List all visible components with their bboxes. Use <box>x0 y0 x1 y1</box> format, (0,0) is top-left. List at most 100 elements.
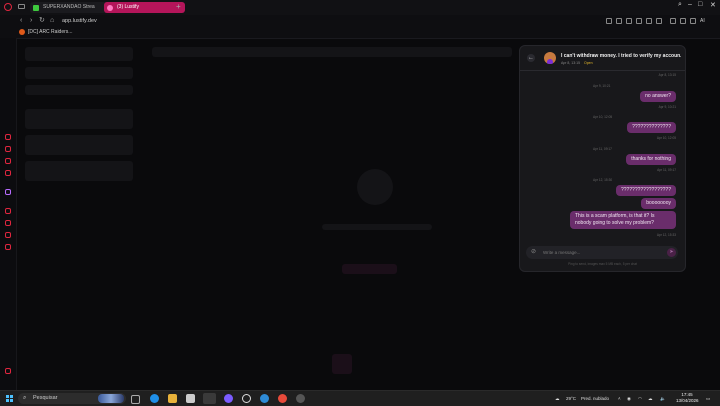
message-timestamp: Apr 10, 12:05 <box>656 136 676 140</box>
chat-header: ← I can't withdraw money. I tried to ver… <box>520 46 685 71</box>
message-bubble: ?????????????? <box>627 122 676 133</box>
bookmark-favicon-icon <box>19 29 25 35</box>
send-button[interactable]: ➤ <box>667 248 676 257</box>
message-bubble: thanks for nothing <box>626 154 676 165</box>
file-explorer-icon[interactable] <box>168 394 177 403</box>
message-bubble: boooooooy <box>641 198 676 209</box>
bookmark-label: [DC] ARC Raiders... <box>28 29 73 35</box>
windows-start-icon[interactable] <box>6 395 13 402</box>
message-timestamp: Apr 12, 15:30 <box>593 178 613 182</box>
pip-icon[interactable] <box>616 18 622 24</box>
opera-logo-icon[interactable] <box>4 3 12 11</box>
chat-date: Apr 8, 13:15 <box>561 61 581 65</box>
wifi-icon[interactable]: ◠ <box>638 391 642 406</box>
browser-sidebar <box>0 38 17 390</box>
app-icon[interactable] <box>260 394 269 403</box>
weather-desc[interactable]: Pred. nublado <box>581 391 609 406</box>
taskbar-search[interactable]: ⌕ Pesquisar <box>18 393 126 404</box>
message-list[interactable]: Apr 8, 13:15 Apr 9, 10:21 no answer? Apr… <box>520 71 685 241</box>
search-placeholder: Pesquisar <box>33 395 58 401</box>
snapshot-icon[interactable] <box>606 18 612 24</box>
sidebar-more-icon[interactable] <box>5 368 11 374</box>
extensions-icon[interactable] <box>636 18 642 24</box>
message-bubble: no answer? <box>640 91 676 102</box>
sidebar-settings-icon[interactable] <box>5 244 11 250</box>
sidebar-instagram-icon[interactable] <box>5 170 11 176</box>
sidebar-aria-icon[interactable] <box>5 146 11 152</box>
search-tabs-icon[interactable]: ⌕ <box>678 1 682 9</box>
message-bubble: This is a scam platform, is that it? Is … <box>570 211 676 229</box>
url-field[interactable]: app.lustify.dev <box>62 15 97 27</box>
forward-button[interactable]: › <box>30 15 32 27</box>
message-bubble: ?????????????????? <box>615 185 676 196</box>
back-button[interactable]: ‹ <box>20 15 22 27</box>
pin-icon[interactable] <box>690 18 696 24</box>
chrome-icon[interactable] <box>278 394 287 403</box>
close-window-button[interactable]: ✕ <box>710 1 716 9</box>
opera-taskbar-icon[interactable] <box>203 393 216 404</box>
volume-icon[interactable]: 🔈 <box>660 391 666 406</box>
weather-temp[interactable]: 29°C <box>566 391 576 406</box>
easy-files-icon[interactable] <box>680 18 686 24</box>
back-arrow-icon[interactable]: ← <box>527 54 535 62</box>
app2-icon[interactable] <box>296 394 305 403</box>
steam-icon[interactable] <box>242 394 251 403</box>
message-timestamp: Apr 9, 10:21 <box>658 105 676 109</box>
message-input[interactable] <box>543 248 658 257</box>
tab-favicon-icon <box>107 5 113 11</box>
onedrive-icon[interactable]: ☁ <box>648 391 653 406</box>
message-composer: ⊘ ➤ <box>526 246 678 259</box>
minimize-button[interactable]: – <box>688 1 692 8</box>
message-timestamp: Apr 11, 09:17 <box>593 147 612 151</box>
windows-taskbar: ⌕ Pesquisar ☁ 29°C Pred. nublado ˄ ◉ ◠ ☁… <box>0 390 720 406</box>
chat-title: I can't withdraw money. I tried to verif… <box>561 53 681 59</box>
bookmarks-bar: [DC] ARC Raiders... <box>0 27 720 39</box>
support-chat-panel: ← I can't withdraw money. I tried to ver… <box>519 45 686 272</box>
message-timestamp: Apr 8, 13:15 <box>658 73 676 77</box>
notifications-icon[interactable]: ▭ <box>706 391 710 406</box>
attach-icon[interactable]: ⊘ <box>531 249 536 256</box>
maximize-button[interactable]: □ <box>698 1 702 8</box>
sidebar-messenger-icon[interactable] <box>5 158 11 164</box>
sidebar-history-icon[interactable] <box>5 134 11 140</box>
discord-icon[interactable] <box>224 394 233 403</box>
message-timestamp: Apr 10, 12:05 <box>593 115 613 119</box>
status-badge: Open <box>584 61 593 65</box>
sidebar-clock-icon[interactable] <box>5 220 11 226</box>
message-timestamp: Apr 9, 10:21 <box>593 84 611 88</box>
tray-chevron-icon[interactable]: ˄ <box>618 391 621 406</box>
download-icon[interactable] <box>670 18 676 24</box>
avatar <box>544 52 556 64</box>
sidebar-extensions-icon[interactable] <box>5 232 11 238</box>
message-timestamp: Apr 12, 15:33 <box>656 233 676 237</box>
tab-favicon-icon <box>33 5 39 11</box>
tray-app-icon[interactable]: ◉ <box>627 391 631 406</box>
tab-label: (3) Lustify <box>117 4 139 10</box>
clock-date: 13/04/2026 <box>676 398 699 403</box>
message-timestamp: Apr 11, 09:17 <box>657 168 676 172</box>
sidebar-twitch-icon[interactable] <box>5 189 11 195</box>
new-tab-button[interactable]: + <box>176 2 181 11</box>
workspaces-icon[interactable] <box>18 4 25 9</box>
composer-hint: Ping to send, images max 5 MB each, 5 pe… <box>568 262 637 266</box>
weather-icon[interactable]: ☁ <box>555 391 560 406</box>
tab-label: SUPERXANDAO Strea <box>43 4 95 10</box>
tab-lustify[interactable]: (3) Lustify <box>104 2 185 13</box>
heart-icon[interactable] <box>656 18 662 24</box>
task-view-icon[interactable] <box>131 395 140 404</box>
sidebar-player-icon[interactable] <box>5 208 11 214</box>
shield-icon[interactable] <box>626 18 632 24</box>
taskbar-clock[interactable]: 17:45 13/04/2026 <box>676 392 699 404</box>
home-button[interactable]: ⌂ <box>50 15 54 27</box>
edge-icon[interactable] <box>150 394 159 403</box>
player-icon[interactable] <box>646 18 652 24</box>
bookmark-arc-raiders[interactable]: [DC] ARC Raiders... <box>19 29 72 36</box>
browser-tab-strip: SUPERXANDAO Strea (3) Lustify + ⌕ – □ ✕ <box>0 0 720 16</box>
store-icon[interactable] <box>186 394 195 403</box>
address-bar-row: ‹ › ↻ ⌂ app.lustify.dev AI <box>0 15 720 27</box>
search-icon: ⌕ <box>23 395 27 401</box>
search-highlight-image <box>98 394 124 403</box>
reload-button[interactable]: ↻ <box>39 15 45 27</box>
ai-button[interactable]: AI <box>700 15 705 27</box>
tab-superxandao[interactable]: SUPERXANDAO Strea <box>30 2 111 13</box>
